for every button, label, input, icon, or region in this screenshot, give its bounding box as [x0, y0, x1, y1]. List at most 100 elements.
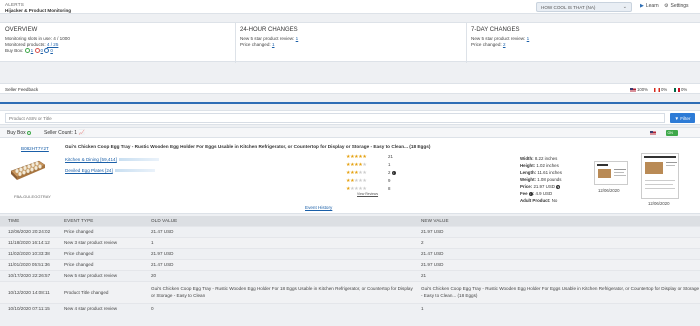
cell-time: 10/17/2020 22:26:57: [0, 269, 56, 281]
buybox-win-count[interactable]: 1: [31, 48, 34, 53]
cell-event-type: New 3 star product review: [56, 236, 143, 248]
product-sku: FBA-GUI-EGGTRAY: [14, 194, 51, 199]
rank-sparkline: [118, 157, 159, 161]
gear-icon: ⚙: [664, 3, 669, 9]
overview-title: OVERVIEW: [5, 27, 38, 33]
cell-old-value: Gui's Chicken Coop Egg Tray - Rustic Woo…: [143, 280, 413, 303]
category-rank-2[interactable]: Deviled Egg Plates [24]: [65, 168, 155, 173]
divider: [235, 23, 236, 63]
cell-event-type: New 4 star product review: [56, 302, 143, 314]
rating-4-stars: ★★★★★: [346, 162, 367, 168]
detail-width: Width: 8.22 inches: [520, 156, 558, 161]
us-flag-icon: [630, 87, 636, 92]
detail-length: Length: 11.61 inches: [520, 170, 562, 175]
table-row: 12/06/2020 20:24:02 Price changed 21.47 …: [0, 225, 700, 237]
rating-5-stars: ★★★★★: [346, 154, 367, 160]
table-row: 10/12/2020 14:08:11 Product Title change…: [0, 280, 700, 303]
detail-price: Price: 21.97 USD $: [520, 184, 561, 189]
divider: [466, 23, 467, 63]
cell-new-value: 2: [413, 236, 700, 248]
rating-2-count: 9: [388, 178, 391, 183]
changes-7d-section: 7-DAY CHANGES New 5 star product review:…: [471, 27, 529, 48]
snapshot-date-2: 12/06/2020: [648, 201, 670, 206]
cell-time: 10/12/2020 14:08:11: [0, 280, 56, 303]
cell-new-value: 1: [413, 302, 700, 314]
column-header-event-type[interactable]: EVENT TYPE: [56, 216, 143, 226]
account-select[interactable]: HOW COOL IS THAT (NA) ⌄: [536, 2, 632, 12]
cell-new-value: 21: [413, 269, 700, 281]
event-history-table: TIME EVENT TYPE OLD VALUE NEW VALUE 12/0…: [0, 216, 700, 314]
detail-fee: Fee i: 4.9 USD: [520, 191, 553, 196]
video-icon: ▶: [640, 3, 644, 9]
changes-24h-title: 24-HOUR CHANGES: [240, 27, 298, 33]
cell-event-type: Price changed: [56, 225, 143, 237]
rating-3-count: 2 i: [388, 170, 396, 175]
chart-icon[interactable]: 📈: [78, 130, 84, 136]
snapshot-date-1: 12/06/2020: [598, 188, 620, 193]
filter-bar: ▼ Filter: [0, 110, 700, 125]
buybox-lose-count[interactable]: 0: [41, 48, 44, 53]
top-header: ALERTS Hijacker & Product Monitoring HOW…: [0, 0, 700, 14]
detail-height: Height: 1.02 inches: [520, 163, 559, 168]
rating-3-stars: ★★★★★: [346, 170, 367, 176]
buybox-none-icon: [44, 48, 50, 54]
category-rank-1[interactable]: Kitchen & Dining [59,414]: [65, 157, 159, 162]
section-divider: [0, 102, 700, 104]
table-row: 10/10/2020 07:11:15 New 4 star product r…: [0, 302, 700, 314]
seller-feedback-label: Seller Feedback: [5, 87, 39, 92]
buybox-win-icon: [26, 130, 31, 135]
cell-time: 11/01/2020 05:51:36: [0, 258, 56, 270]
cell-time: 10/10/2020 07:11:15: [0, 302, 56, 314]
table-row: 11/01/2020 05:51:36 Price changed 21.47 …: [0, 258, 700, 270]
listing-snapshot-2[interactable]: [641, 153, 679, 199]
table-row: 10/17/2020 22:26:57 New 5 star product r…: [0, 269, 700, 281]
changes-24h-price-link[interactable]: 1: [272, 42, 275, 47]
section-label: ALERTS: [5, 2, 24, 7]
monitoring-toggle[interactable]: ON: [666, 129, 678, 136]
changes-7d-review-link[interactable]: 1: [527, 36, 530, 41]
cell-event-type: New 5 star product review: [56, 269, 143, 281]
account-select-value: HOW COOL IS THAT (NA): [541, 5, 596, 10]
info-icon[interactable]: i: [391, 171, 396, 175]
rank-sparkline: [114, 168, 155, 172]
column-header-time[interactable]: TIME: [0, 216, 56, 226]
canada-flag-icon: [654, 87, 660, 92]
product-filter-input[interactable]: [5, 113, 665, 123]
feedback-mx: 0%: [674, 87, 687, 92]
cell-event-type: Price changed: [56, 258, 143, 270]
buybox-line: Buy Box: 1 0 0: [5, 48, 53, 54]
view-reviews-link[interactable]: View Reviews: [357, 192, 378, 196]
product-card: B082HT7Y2T FBA-GUI-EGGTRAY Gui's Chicken…: [0, 137, 700, 214]
column-header-old-value[interactable]: OLD VALUE: [143, 216, 413, 226]
cell-old-value: 21.97 USD: [143, 247, 413, 259]
detail-adult: Adult Product: No: [520, 198, 558, 203]
changes-7d-title: 7-DAY CHANGES: [471, 27, 520, 33]
filter-button[interactable]: ▼ Filter: [670, 113, 695, 123]
info-icon[interactable]: $: [556, 185, 561, 189]
changes-7d-price-link[interactable]: 2: [503, 42, 506, 47]
cell-event-type: Price changed: [56, 247, 143, 259]
cell-old-value: 1: [143, 236, 413, 248]
page-title: Hijacker & Product Monitoring: [5, 8, 72, 13]
product-image[interactable]: [9, 153, 47, 181]
cell-time: 12/06/2020 20:24:02: [0, 225, 56, 237]
buybox-none-count[interactable]: 0: [50, 48, 53, 53]
table-row: 11/18/2020 16:14:12 New 3 star product r…: [0, 236, 700, 248]
changes-7d-price-line: Price changed: 2: [471, 42, 506, 48]
cell-old-value: 21.47 USD: [143, 225, 413, 237]
us-flag-icon: [650, 131, 656, 135]
settings-link[interactable]: ⚙ Settings: [664, 3, 689, 9]
buybox-lose-icon: [34, 48, 40, 54]
product-asin-link[interactable]: B082HT7Y2T: [21, 146, 49, 151]
monitored-link[interactable]: 4 / 25: [47, 42, 59, 47]
product-title: Gui's Chicken Coop Egg Tray - Rustic Woo…: [65, 144, 431, 149]
buybox-win-icon: [24, 48, 30, 54]
changes-24h-review-link[interactable]: 1: [296, 36, 299, 41]
learn-link[interactable]: ▶ Learn: [640, 3, 659, 9]
event-history-link[interactable]: Event History: [305, 205, 332, 210]
listing-snapshot-1[interactable]: [594, 161, 628, 185]
overview-section: OVERVIEW Monitoring slots in use: 4 / 10…: [5, 27, 70, 55]
column-header-new-value[interactable]: NEW VALUE: [413, 216, 700, 226]
seller-bar: Buy Box Seller Count: 1 📈 ON: [0, 127, 700, 137]
rating-1-count: 8: [388, 186, 391, 191]
